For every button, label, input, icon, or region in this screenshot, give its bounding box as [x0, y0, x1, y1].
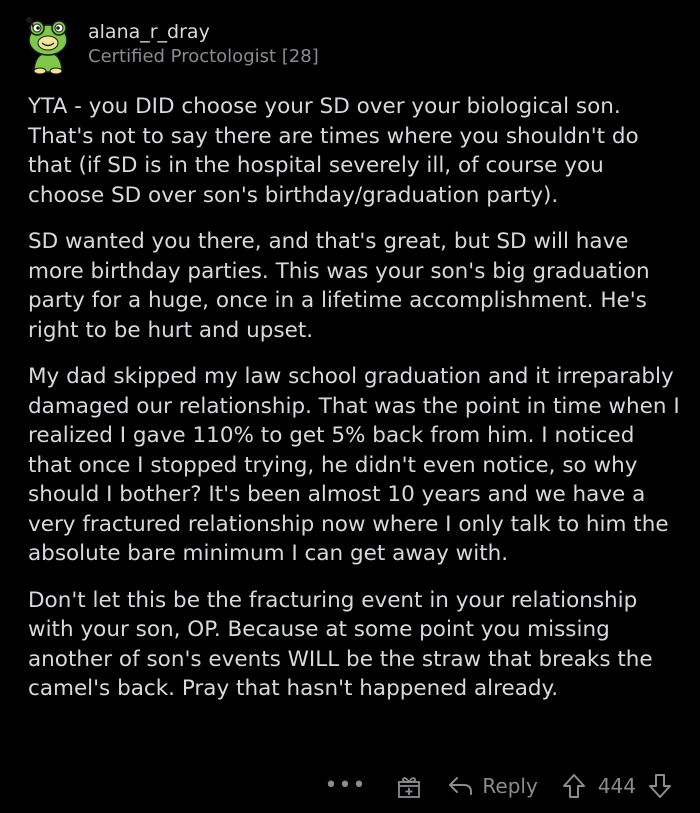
downvote-icon[interactable] — [648, 773, 672, 799]
comment-body: YTA - you DID choose your SD over your b… — [28, 92, 683, 721]
more-options-button[interactable]: ••• — [324, 775, 366, 797]
reply-label: Reply — [482, 774, 538, 798]
gift-icon — [398, 777, 421, 798]
reply-button[interactable]: Reply — [448, 774, 538, 798]
comment-paragraph: My dad skipped my law school graduation … — [28, 364, 680, 566]
comment-actions: ••• Reply 444 — [324, 770, 672, 802]
comment-meta: alana_r_dray Certified Proctologist [28] — [88, 14, 319, 69]
upvote-icon[interactable] — [562, 773, 586, 799]
vote-score: 444 — [597, 774, 636, 798]
avatar[interactable] — [20, 14, 76, 75]
comment-header: alana_r_dray Certified Proctologist [28] — [20, 14, 319, 75]
comment: alana_r_dray Certified Proctologist [28]… — [0, 0, 700, 813]
vote-controls: 444 — [562, 773, 672, 799]
award-button[interactable] — [396, 773, 422, 799]
comment-paragraph: Don't let this be the fracturing event i… — [28, 587, 653, 702]
comment-paragraph: SD wanted you there, and that's great, b… — [28, 229, 650, 343]
reply-arrow-icon — [449, 777, 473, 795]
comment-paragraph: YTA - you DID choose your SD over your b… — [28, 94, 639, 208]
frog-avatar-icon — [26, 17, 68, 75]
user-flair: Certified Proctologist [28] — [88, 46, 319, 67]
username[interactable]: alana_r_dray — [88, 20, 319, 44]
